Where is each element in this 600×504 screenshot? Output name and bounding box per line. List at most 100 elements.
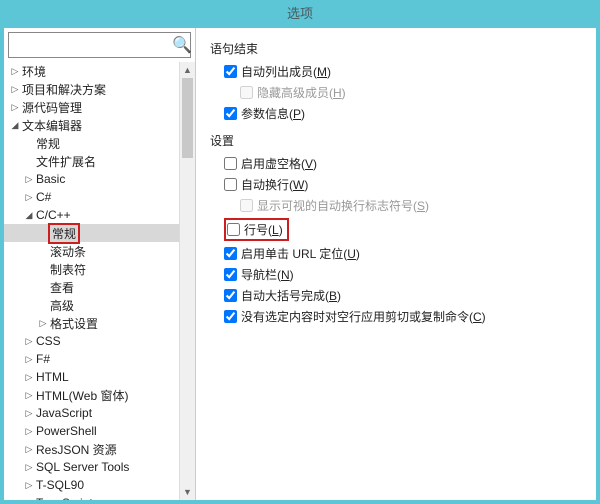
- caret-icon[interactable]: ▷: [38, 318, 48, 329]
- tree-item[interactable]: ▷项目和解决方案: [4, 80, 179, 98]
- tree-item[interactable]: ▷CSS: [4, 332, 179, 350]
- label-show-visual-glyphs: 显示可视的自动换行标志符号(S): [257, 197, 429, 214]
- option-parameter-info: 参数信息(P): [224, 105, 582, 122]
- tree-item[interactable]: 高级: [4, 296, 179, 314]
- tree-item[interactable]: ▷C#: [4, 188, 179, 206]
- checkbox-word-wrap[interactable]: [224, 178, 237, 191]
- label-enable-virtual-space: 启用虚空格(V): [241, 155, 317, 172]
- tree-item-label: PowerShell: [34, 424, 97, 438]
- option-enable-virtual-space: 启用虚空格(V): [224, 155, 582, 172]
- caret-icon[interactable]: ▷: [24, 462, 34, 473]
- tree-item[interactable]: ▷源代码管理: [4, 98, 179, 116]
- tree-item[interactable]: 查看: [4, 278, 179, 296]
- caret-icon[interactable]: ▷: [24, 444, 34, 455]
- highlight-line-numbers: 行号(L): [224, 218, 289, 241]
- content: 🔍 ▷环境▷项目和解决方案▷源代码管理◢文本编辑器常规文件扩展名▷Basic▷C…: [4, 28, 596, 500]
- checkbox-parameter-info[interactable]: [224, 107, 237, 120]
- search-box: 🔍: [8, 32, 191, 58]
- tree-item[interactable]: 文件扩展名: [4, 152, 179, 170]
- checkbox-enable-virtual-space[interactable]: [224, 157, 237, 170]
- tree-item[interactable]: ▷TypeScript: [4, 494, 179, 500]
- tree-item[interactable]: 制表符: [4, 260, 179, 278]
- caret-icon[interactable]: ▷: [24, 372, 34, 383]
- checkbox-single-click-url[interactable]: [224, 247, 237, 260]
- window-title: 选项: [0, 0, 600, 28]
- tree-item-label: HTML(Web 窗体): [34, 387, 128, 404]
- tree-item[interactable]: ▷SQL Server Tools: [4, 458, 179, 476]
- caret-icon[interactable]: ▷: [10, 66, 20, 77]
- caret-icon[interactable]: ▷: [10, 84, 20, 95]
- checkbox-apply-cut-copy-blank[interactable]: [224, 310, 237, 323]
- search-input[interactable]: [9, 38, 172, 52]
- tree-item-label: 环境: [20, 63, 46, 80]
- tree-item-label: C#: [34, 190, 51, 204]
- caret-icon[interactable]: ▷: [24, 480, 34, 491]
- tree-item-label: 格式设置: [48, 315, 98, 332]
- scroll-thumb[interactable]: [182, 78, 193, 158]
- tree-item-label: HTML: [34, 370, 69, 384]
- caret-icon[interactable]: ▷: [24, 498, 34, 501]
- checkbox-auto-list-members[interactable]: [224, 65, 237, 78]
- tree-item[interactable]: ▷环境: [4, 62, 179, 80]
- caret-icon[interactable]: ▷: [10, 102, 20, 113]
- checkbox-navigation-bar[interactable]: [224, 268, 237, 281]
- tree-item-label: 制表符: [48, 261, 86, 278]
- tree-item[interactable]: ▷ResJSON 资源: [4, 440, 179, 458]
- label-hide-advanced-members: 隐藏高级成员(H): [257, 84, 346, 101]
- tree-item[interactable]: ◢文本编辑器: [4, 116, 179, 134]
- tree-item-label: T-SQL90: [34, 478, 84, 492]
- tree-item[interactable]: ▷F#: [4, 350, 179, 368]
- tree-item-label: 常规: [34, 135, 60, 152]
- option-show-visual-glyphs: 显示可视的自动换行标志符号(S): [240, 197, 582, 214]
- caret-icon[interactable]: ◢: [24, 210, 34, 221]
- options-tree: ▷环境▷项目和解决方案▷源代码管理◢文本编辑器常规文件扩展名▷Basic▷C#◢…: [4, 62, 179, 500]
- tree-item-label: 文本编辑器: [20, 117, 82, 134]
- scroll-track[interactable]: [180, 78, 195, 484]
- tree-item-label: SQL Server Tools: [34, 460, 129, 474]
- checkbox-line-numbers[interactable]: [227, 223, 240, 236]
- tree-item-label: 项目和解决方案: [20, 81, 106, 98]
- checkbox-hide-advanced-members: [240, 86, 253, 99]
- scroll-up-icon[interactable]: ▲: [183, 62, 192, 78]
- tree-item[interactable]: 滚动条: [4, 242, 179, 260]
- tree-item-label: 查看: [48, 279, 74, 296]
- scroll-down-icon[interactable]: ▼: [183, 484, 192, 500]
- tree-item-label: F#: [34, 352, 50, 366]
- option-auto-list-members: 自动列出成员(M): [224, 63, 582, 80]
- tree-item[interactable]: ▷Basic: [4, 170, 179, 188]
- tree-item-label: 源代码管理: [20, 99, 82, 116]
- tree-item[interactable]: ▷JavaScript: [4, 404, 179, 422]
- tree-item[interactable]: ▷HTML: [4, 368, 179, 386]
- label-single-click-url: 启用单击 URL 定位(U): [241, 245, 360, 262]
- caret-icon[interactable]: ▷: [24, 174, 34, 185]
- tree-item[interactable]: ◢C/C++: [4, 206, 179, 224]
- tree-item[interactable]: ▷T-SQL90: [4, 476, 179, 494]
- option-hide-advanced-members: 隐藏高级成员(H): [240, 84, 582, 101]
- caret-icon[interactable]: ▷: [24, 336, 34, 347]
- tree-scrollbar[interactable]: ▲ ▼: [179, 62, 195, 500]
- caret-icon[interactable]: ◢: [10, 120, 20, 131]
- checkbox-auto-brace[interactable]: [224, 289, 237, 302]
- search-icon[interactable]: 🔍: [172, 35, 192, 55]
- tree-item[interactable]: ▷HTML(Web 窗体): [4, 386, 179, 404]
- tree-item-label: Basic: [34, 172, 65, 186]
- tree-item-label: TypeScript: [34, 496, 93, 500]
- tree-item[interactable]: ▷格式设置: [4, 314, 179, 332]
- checkbox-show-visual-glyphs: [240, 199, 253, 212]
- label-navigation-bar: 导航栏(N): [241, 266, 294, 283]
- caret-icon[interactable]: ▷: [24, 390, 34, 401]
- option-line-numbers: 行号(L): [224, 218, 582, 241]
- option-apply-cut-copy-blank: 没有选定内容时对空行应用剪切或复制命令(C): [224, 308, 582, 325]
- tree-item-label: 滚动条: [48, 243, 86, 260]
- tree-item-label: 常规: [48, 223, 80, 244]
- label-apply-cut-copy-blank: 没有选定内容时对空行应用剪切或复制命令(C): [241, 308, 486, 325]
- caret-icon[interactable]: ▷: [24, 408, 34, 419]
- caret-icon[interactable]: ▷: [24, 192, 34, 203]
- caret-icon[interactable]: ▷: [24, 426, 34, 437]
- tree-item-label: JavaScript: [34, 406, 92, 420]
- tree-item[interactable]: ▷PowerShell: [4, 422, 179, 440]
- caret-icon[interactable]: ▷: [24, 354, 34, 365]
- section-settings: 设置: [210, 132, 582, 149]
- tree-item[interactable]: 常规: [4, 224, 179, 242]
- tree-item[interactable]: 常规: [4, 134, 179, 152]
